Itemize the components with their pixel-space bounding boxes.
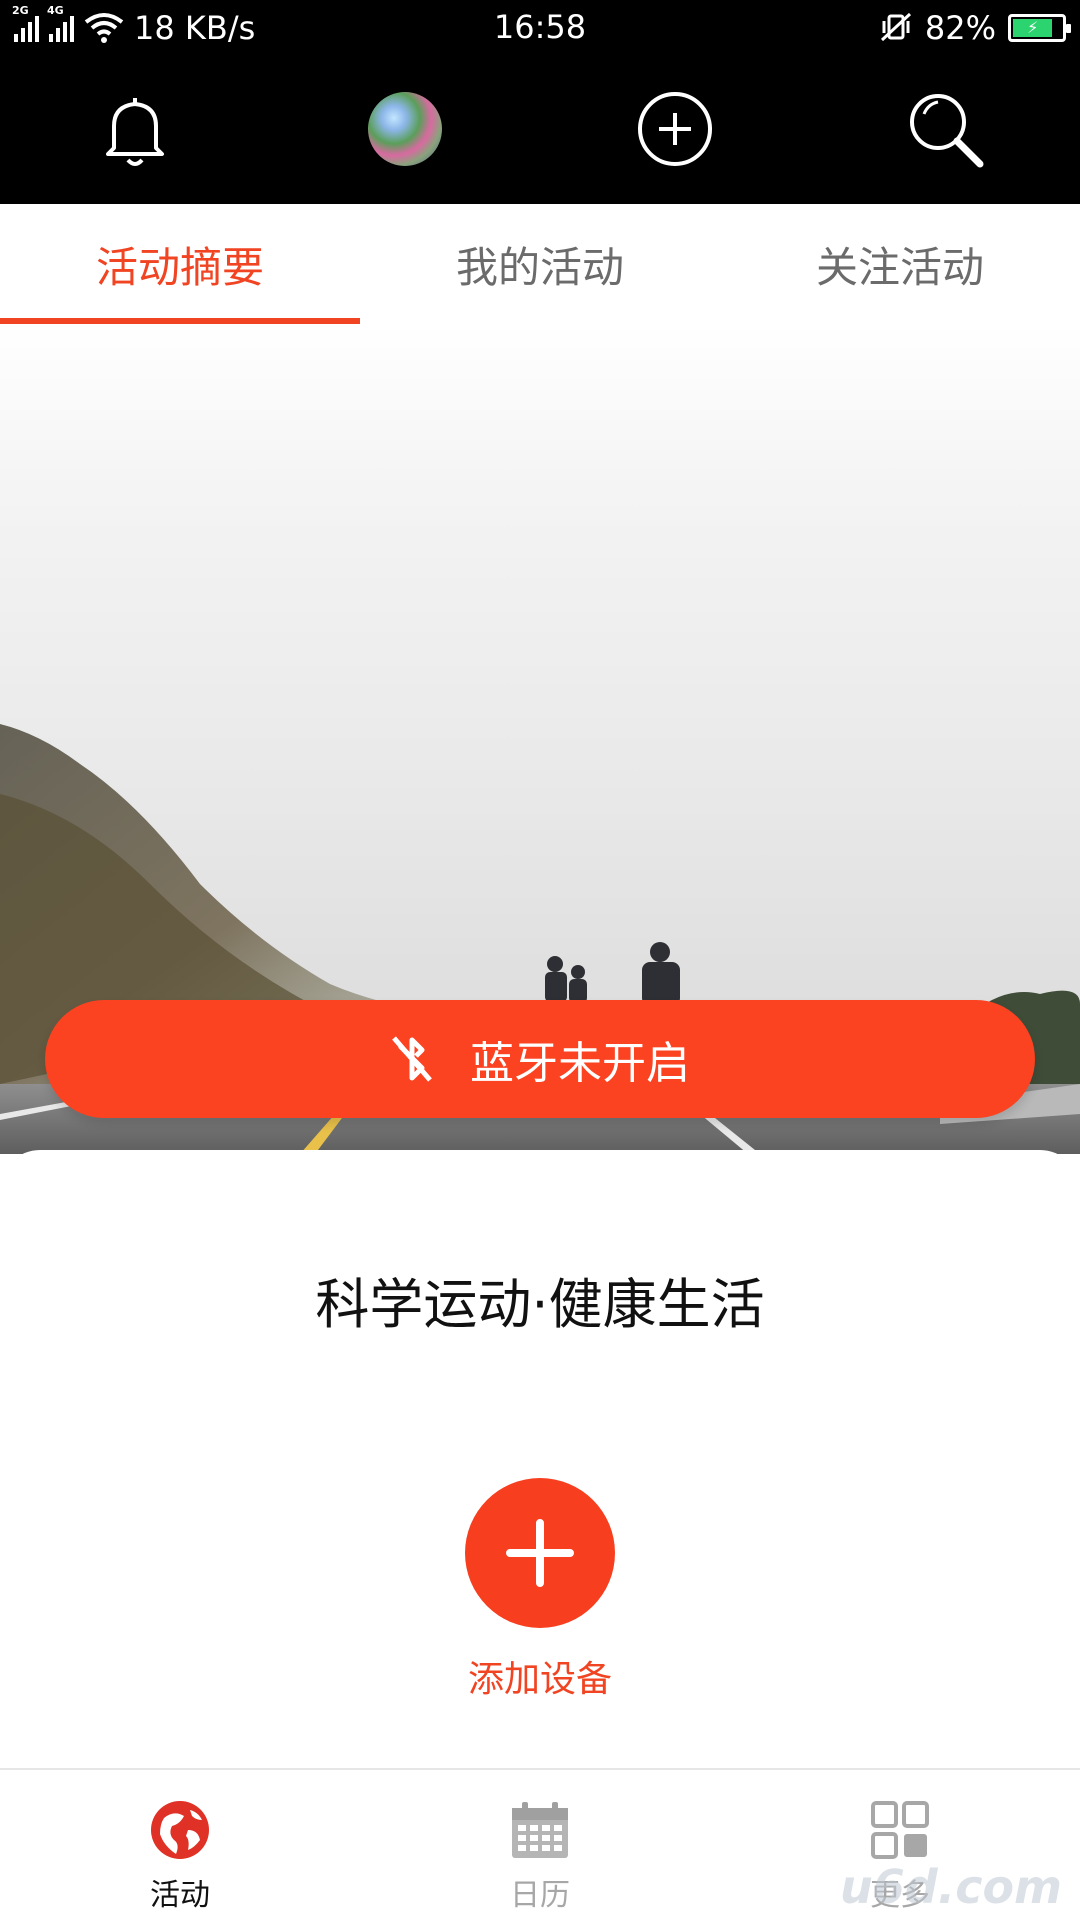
bluetooth-off-icon (392, 1036, 432, 1082)
search-icon[interactable] (902, 86, 988, 172)
tab-followed-activities[interactable]: 关注活动 (720, 204, 1080, 324)
slogan-text: 科学运动·健康生活 (315, 1273, 765, 1336)
bluetooth-button-label: 蓝牙未开启 (470, 1038, 690, 1089)
vibrate-icon (880, 12, 911, 42)
grid-icon (871, 1801, 929, 1859)
add-device-label[interactable]: 添加设备 (0, 1650, 1080, 1702)
avatar[interactable] (362, 86, 448, 172)
avatar-image (368, 92, 442, 166)
status-bar: 2G 4G 18 KB/s 16:58 82% ⚡ (0, 0, 1080, 56)
plus-icon (506, 1519, 574, 1587)
battery-percent: 82% (924, 9, 996, 47)
nav-item-calendar[interactable]: 日历 (360, 1770, 720, 1920)
bottom-navigation: 活动 日历 更多 u6d.com (0, 1768, 1080, 1920)
nav-label-activity: 活动 (150, 1878, 210, 1913)
watermark: u6d.com (840, 1860, 1062, 1914)
bell-icon[interactable] (92, 86, 178, 172)
nav-item-activity[interactable]: 活动 (0, 1770, 360, 1920)
status-right: 82% ⚡ (879, 8, 1071, 48)
tab-my-activities[interactable]: 我的活动 (360, 204, 720, 324)
add-circle-icon[interactable] (632, 86, 718, 172)
nav-label-calendar: 日历 (510, 1878, 570, 1913)
tab-bar: 活动摘要 我的活动 关注活动 (0, 204, 1080, 324)
globe-icon (151, 1801, 209, 1859)
tab-activity-summary[interactable]: 活动摘要 (0, 204, 360, 324)
device-card: 科学运动·健康生活 添加设备 (0, 1150, 1080, 1770)
battery-icon: ⚡ (1008, 14, 1071, 42)
calendar-icon (512, 1802, 568, 1858)
add-device-button[interactable] (465, 1478, 615, 1628)
bluetooth-off-button[interactable]: 蓝牙未开启 (45, 1000, 1035, 1118)
top-toolbar (0, 56, 1080, 204)
